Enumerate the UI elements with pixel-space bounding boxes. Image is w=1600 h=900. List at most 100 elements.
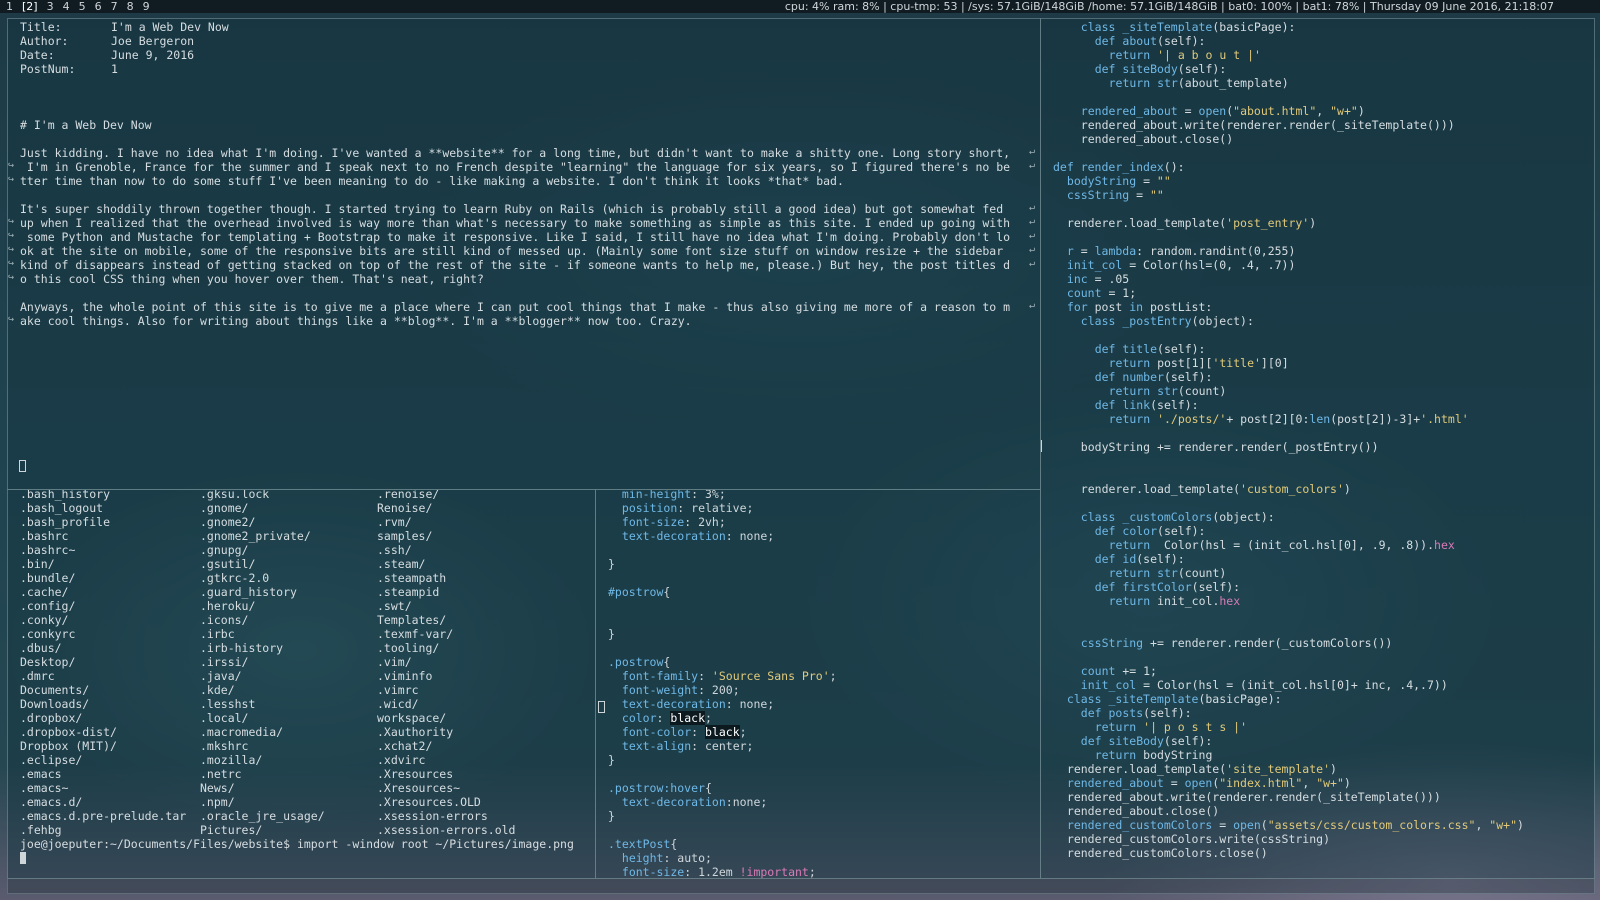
directory-entry[interactable]: .kde/	[200, 683, 235, 697]
python-line: rendered_customColors.write(cssString)	[1067, 832, 1330, 846]
directory-entry[interactable]: .icons/	[200, 613, 248, 627]
editor-pane-css[interactable]: min-height: 3%; position: relative; font-s…	[595, 489, 1041, 879]
directory-entry[interactable]: .bash_profile	[20, 515, 110, 529]
workspace-5[interactable]: 5	[79, 0, 86, 13]
workspace-8[interactable]: 8	[127, 0, 134, 13]
css-value: none;	[732, 529, 775, 543]
directory-entry[interactable]: .emacs	[20, 767, 62, 781]
editor-pane-python[interactable]: class _siteTemplate(basicPage): def about…	[1040, 18, 1595, 879]
directory-entry[interactable]: .eclipse/	[20, 753, 82, 767]
directory-entry[interactable]: .Xauthority	[377, 725, 453, 739]
directory-entry[interactable]: News/	[200, 781, 235, 795]
directory-entry[interactable]: .steampid	[377, 585, 439, 599]
directory-entry[interactable]: .bundle/	[20, 571, 75, 585]
directory-entry[interactable]: .mkshrc	[200, 739, 248, 753]
directory-entry[interactable]: .rvm/	[377, 515, 412, 529]
directory-entry[interactable]: .xsession-errors.old	[377, 823, 515, 837]
terminal-pane[interactable]: .bash_history .bash_logout .bash_profile .b…	[7, 489, 596, 879]
directory-entry[interactable]: .dbus/	[20, 641, 62, 655]
directory-entry[interactable]: .bash_logout	[20, 501, 103, 515]
directory-entry[interactable]: .heroku/	[200, 599, 255, 613]
directory-entry[interactable]: .dropbox-dist/	[20, 725, 117, 739]
directory-entry[interactable]: .macromedia/	[200, 725, 283, 739]
directory-entry[interactable]: .steampath	[377, 571, 446, 585]
shell-prompt[interactable]: joe@joeputer:~/Documents/Files/website$ …	[20, 837, 574, 851]
directory-entry[interactable]: samples/	[377, 529, 432, 543]
directory-entry[interactable]: .tooling/	[377, 641, 439, 655]
directory-entry[interactable]: .Xresources.OLD	[377, 795, 481, 809]
directory-entry[interactable]: .bashrc	[20, 529, 68, 543]
workspace-9[interactable]: 9	[143, 0, 150, 13]
workspace-7[interactable]: 7	[111, 0, 118, 13]
directory-entry[interactable]: .irb-history	[200, 641, 283, 655]
directory-entry[interactable]: .bash_history	[20, 490, 110, 501]
directory-entry[interactable]: .gnome2_private/	[200, 529, 311, 543]
editor-pane-post[interactable]: Title: I'm a Web Dev Now Author: Joe Berger…	[7, 18, 1041, 490]
directory-entry[interactable]: .wicd/	[377, 697, 419, 711]
directory-entry[interactable]: Templates/	[377, 613, 446, 627]
directory-entry[interactable]: .texmf-var/	[377, 627, 453, 641]
directory-entry[interactable]: .renoise/	[377, 490, 439, 501]
directory-entry[interactable]: .emacs~	[20, 781, 68, 795]
directory-entry[interactable]: .lesshst	[200, 697, 255, 711]
css-property: color	[621, 711, 657, 725]
directory-entry[interactable]: .xsession-errors	[377, 809, 488, 823]
directory-entry[interactable]: workspace/	[377, 711, 446, 725]
directory-entry[interactable]: .vim/	[377, 655, 412, 669]
directory-entry[interactable]: .emacs.d.pre-prelude.tar	[20, 809, 186, 823]
directory-entry[interactable]: .Xresources	[377, 767, 453, 781]
directory-entry[interactable]: .gnome/	[200, 501, 248, 515]
workspace-3[interactable]: 3	[47, 0, 54, 13]
directory-entry[interactable]: .gnome2/	[200, 515, 255, 529]
python-line: return '| p o s t s |'	[1095, 720, 1247, 734]
directory-entry[interactable]: .conky/	[20, 613, 68, 627]
directory-entry[interactable]: .bashrc~	[20, 543, 75, 557]
code-token: post	[1094, 300, 1130, 314]
directory-entry[interactable]: .mozilla/	[200, 753, 262, 767]
directory-entry[interactable]: .gsutil/	[200, 557, 255, 571]
directory-entry[interactable]: .gksu.lock	[200, 490, 269, 501]
directory-entry[interactable]: .fehbg	[20, 823, 62, 837]
directory-entry[interactable]: .Xresources~	[377, 781, 460, 795]
css-colon: :	[725, 529, 733, 543]
python-line: rendered_customColors = open("assets/css…	[1067, 818, 1524, 832]
directory-entry[interactable]: .vimrc	[377, 683, 419, 697]
directory-entry[interactable]: Documents/	[20, 683, 89, 697]
workspace-1[interactable]: 1	[6, 0, 13, 13]
directory-entry[interactable]: .ssh/	[377, 543, 412, 557]
directory-entry[interactable]: .oracle_jre_usage/	[200, 809, 325, 823]
directory-entry[interactable]: .gnupg/	[200, 543, 248, 557]
directory-entry[interactable]: .viminfo	[377, 669, 432, 683]
directory-entry[interactable]: Downloads/	[20, 697, 89, 711]
directory-entry[interactable]: .bin/	[20, 557, 55, 571]
directory-entry[interactable]: .netrc	[200, 767, 242, 781]
python-line: cssString = ""	[1067, 188, 1164, 202]
workspace-6[interactable]: 6	[95, 0, 102, 13]
workspace-4[interactable]: 4	[63, 0, 70, 13]
directory-entry[interactable]: .irbc	[200, 627, 235, 641]
directory-entry[interactable]: Renoise/	[377, 501, 432, 515]
directory-entry[interactable]: .swt/	[377, 599, 412, 613]
css-line: font-weight: 200;	[622, 683, 740, 697]
directory-entry[interactable]: .local/	[200, 711, 248, 725]
directory-entry[interactable]: .irssi/	[200, 655, 248, 669]
directory-entry[interactable]: .xchat2/	[377, 739, 432, 753]
directory-entry[interactable]: Desktop/	[20, 655, 75, 669]
directory-entry[interactable]: .gtkrc-2.0	[200, 571, 269, 585]
code-token: return	[1108, 594, 1158, 608]
directory-entry[interactable]: .guard_history	[200, 585, 297, 599]
directory-entry[interactable]: .cache/	[20, 585, 68, 599]
directory-entry[interactable]: .dmrc	[20, 669, 55, 683]
directory-entry[interactable]: .emacs.d/	[20, 795, 82, 809]
directory-entry[interactable]: .steam/	[377, 557, 425, 571]
directory-entry[interactable]: .conkyrc	[20, 627, 75, 641]
directory-entry[interactable]: .java/	[200, 669, 242, 683]
directory-entry[interactable]: .config/	[20, 599, 75, 613]
directory-entry[interactable]: .npm/	[200, 795, 235, 809]
directory-entry[interactable]: Dropbox (MIT)/	[20, 739, 117, 753]
workspace-2[interactable]: [2]	[22, 0, 38, 13]
code-token: return	[1108, 566, 1158, 580]
directory-entry[interactable]: .xdvirc	[377, 753, 425, 767]
directory-entry[interactable]: Pictures/	[200, 823, 262, 837]
directory-entry[interactable]: .dropbox/	[20, 711, 82, 725]
